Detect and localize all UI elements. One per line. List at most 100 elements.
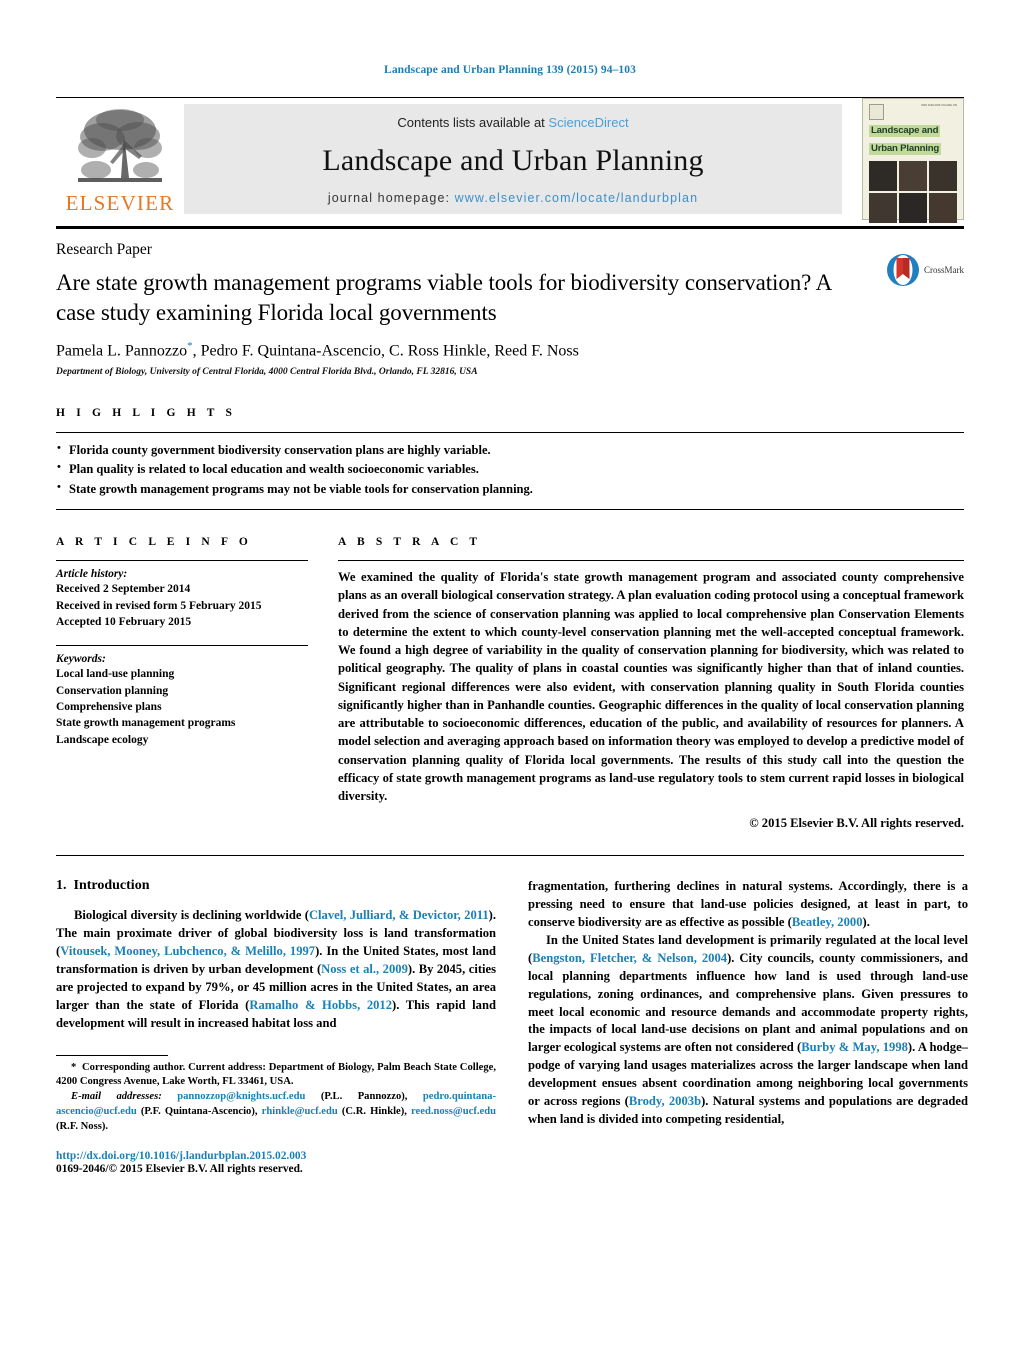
cover-image-tile — [869, 193, 897, 223]
citation-link[interactable]: Noss et al., 2009 — [321, 962, 408, 976]
citation-link[interactable]: Brody, 2003b — [629, 1094, 701, 1108]
citation-link[interactable]: Beatley, 2000 — [792, 915, 863, 929]
abstract-label: A B S T R A C T — [338, 536, 482, 549]
email-addresses-note: E-mail addresses: pannozzop@knights.ucf.… — [56, 1090, 496, 1134]
body-column-left: 1. Introduction Biological diversity is d… — [56, 878, 496, 1175]
history-received: Received 2 September 2014 — [56, 583, 191, 596]
history-revised: Received in revised form 5 February 2015 — [56, 599, 262, 612]
citation-link[interactable]: Bengston, Fletcher, & Nelson, 2004 — [532, 951, 727, 965]
list-item: State growth management programs may not… — [56, 479, 964, 499]
footnote-rule — [56, 1054, 168, 1056]
text-run: Biological diversity is declining worldw… — [74, 908, 309, 923]
highlights-label: H I G H L I G H T S — [56, 407, 237, 420]
homepage-url-link[interactable]: www.elsevier.com/locate/landurbplan — [455, 191, 698, 205]
footnote-marker: * — [71, 1061, 77, 1073]
highlights-section: H I G H L I G H T S Florida county gover… — [56, 407, 964, 511]
cover-image-tile — [899, 161, 927, 191]
elsevier-logo: ELSEVIER — [56, 98, 184, 220]
info-abstract-block: A R T I C L E I N F O Article history: R… — [56, 536, 964, 831]
article-info-column: A R T I C L E I N F O Article history: R… — [56, 536, 308, 831]
abstract-body: We examined the quality of Florida's sta… — [338, 561, 964, 831]
history-accepted: Accepted 10 February 2015 — [56, 615, 192, 628]
cover-issn-text: ISSN 0169-2046 VOLUME 139 — [921, 104, 957, 107]
keyword-item: State growth management programs — [56, 717, 236, 730]
paper-page: Landscape and Urban Planning 139 (2015) … — [0, 0, 1020, 1351]
section-number: 1. — [56, 878, 67, 894]
abstract-copyright: © 2015 Elsevier B.V. All rights reserved… — [749, 816, 964, 831]
intro-paragraph-left: Biological diversity is declining worldw… — [56, 907, 496, 1032]
highlights-list: Florida county government biodiversity c… — [56, 433, 964, 499]
journal-cover-thumbnail[interactable]: ISSN 0169-2046 VOLUME 139 Landscape and … — [842, 98, 964, 223]
author-names: Pamela L. Pannozzo — [56, 342, 188, 360]
cover-elsevier-icon — [869, 104, 884, 120]
issn-copyright-line: 0169-2046/© 2015 Elsevier B.V. All right… — [56, 1162, 303, 1175]
email-link[interactable]: rhinkle@ucf.edu — [262, 1106, 338, 1117]
cover-image-tile — [899, 193, 927, 223]
citation-link[interactable]: Ramalho & Hobbs, 2012 — [249, 998, 392, 1012]
section-title: Introduction — [73, 878, 150, 894]
article-header: Research Paper Are state growth manageme… — [56, 229, 964, 377]
section-heading-introduction: 1. Introduction — [56, 878, 496, 894]
author-names-rest: , Pedro F. Quintana-Ascencio, C. Ross Hi… — [192, 342, 579, 360]
author-list: Pamela L. Pannozzo*, Pedro F. Quintana-A… — [56, 340, 964, 360]
intro-paragraph-right-1: fragmentation, furthering declines in na… — [528, 878, 968, 932]
body-top-rule — [56, 855, 964, 857]
corresponding-author-note: * Corresponding author. Current address:… — [56, 1061, 496, 1091]
elsevier-wordmark: ELSEVIER — [65, 191, 175, 215]
doi-link[interactable]: http://dx.doi.org/10.1016/j.landurbplan.… — [56, 1150, 496, 1162]
contents-available-line: Contents lists available at ScienceDirec… — [397, 115, 628, 130]
masthead-center-panel: Contents lists available at ScienceDirec… — [184, 104, 842, 214]
keyword-item: Comprehensive plans — [56, 700, 162, 713]
footnote-block: * Corresponding author. Current address:… — [56, 1054, 496, 1175]
citation-link[interactable]: Burby & May, 1998 — [801, 1040, 908, 1054]
cover-image-tile — [929, 161, 957, 191]
body-columns: 1. Introduction Biological diversity is d… — [56, 878, 968, 1175]
page-title: Are state growth management programs via… — [56, 270, 831, 325]
email-owner: (C.R. Hinkle), — [341, 1106, 407, 1118]
citation-link[interactable]: Clavel, Julliard, & Devictor, 2011 — [309, 908, 489, 922]
highlights-bottom-rule — [56, 509, 964, 511]
email-link[interactable]: pannozzop@knights.ucf.edu — [177, 1091, 305, 1102]
cover-title-line2: Urban Planning — [869, 142, 942, 155]
cover-topbar: ISSN 0169-2046 VOLUME 139 — [869, 104, 957, 120]
list-item: Plan quality is related to local educati… — [56, 459, 964, 479]
keywords-rule — [56, 645, 308, 647]
crossmark-label: CrossMark — [924, 265, 964, 275]
email-link[interactable]: reed.noss@ucf.edu — [411, 1106, 496, 1117]
paper-type-label: Research Paper — [56, 241, 152, 258]
crossmark-badge[interactable]: CrossMark — [886, 253, 964, 287]
email-owner: (P.L. Pannozzo), — [320, 1091, 408, 1103]
sciencedirect-link[interactable]: ScienceDirect — [548, 115, 628, 130]
keywords-block: Keywords: Local land-use planning Conser… — [56, 653, 308, 748]
list-item: Florida county government biodiversity c… — [56, 440, 964, 460]
text-run: ). — [862, 915, 870, 930]
email-owner: (R.F. Noss). — [56, 1120, 108, 1132]
footnote-text: Corresponding author. Current address: D… — [56, 1061, 496, 1088]
cover-image-tile — [869, 161, 897, 191]
text-run: fragmentation, furthering declines in na… — [528, 879, 968, 930]
article-info-label: A R T I C L E I N F O — [56, 536, 252, 549]
affiliation: Department of Biology, University of Cen… — [56, 367, 478, 378]
keyword-item: Conservation planning — [56, 684, 169, 697]
doi-block: http://dx.doi.org/10.1016/j.landurbplan.… — [56, 1150, 496, 1175]
contents-prefix: Contents lists available at — [397, 115, 549, 130]
keyword-item: Local land-use planning — [56, 668, 175, 681]
abstract-column: A B S T R A C T We examined the quality … — [338, 536, 964, 831]
text-run: ). City councils, county commissioners, … — [528, 950, 968, 1055]
cover-image-tile — [929, 193, 957, 223]
keyword-item: Landscape ecology — [56, 733, 149, 746]
elsevier-tree-icon — [78, 109, 162, 182]
email-label: E-mail addresses: — [71, 1091, 162, 1103]
cover-title-line1: Landscape and — [869, 124, 941, 137]
keywords-label: Keywords: — [56, 653, 106, 666]
email-owner: (P.F. Quintana-Ascencio), — [140, 1106, 258, 1118]
body-column-right: fragmentation, furthering declines in na… — [528, 878, 968, 1174]
running-head: Landscape and Urban Planning 139 (2015) … — [384, 64, 636, 76]
intro-paragraph-right-2: In the United States land development is… — [528, 932, 968, 1129]
crossmark-icon — [887, 254, 919, 286]
journal-title: Landscape and Urban Planning — [322, 143, 704, 177]
citation-link[interactable]: Vitousek, Mooney, Lubchenco, & Melillo, … — [60, 944, 315, 958]
article-history-block: Article history: Received 2 September 20… — [56, 561, 308, 630]
article-history-label: Article history: — [56, 568, 128, 581]
